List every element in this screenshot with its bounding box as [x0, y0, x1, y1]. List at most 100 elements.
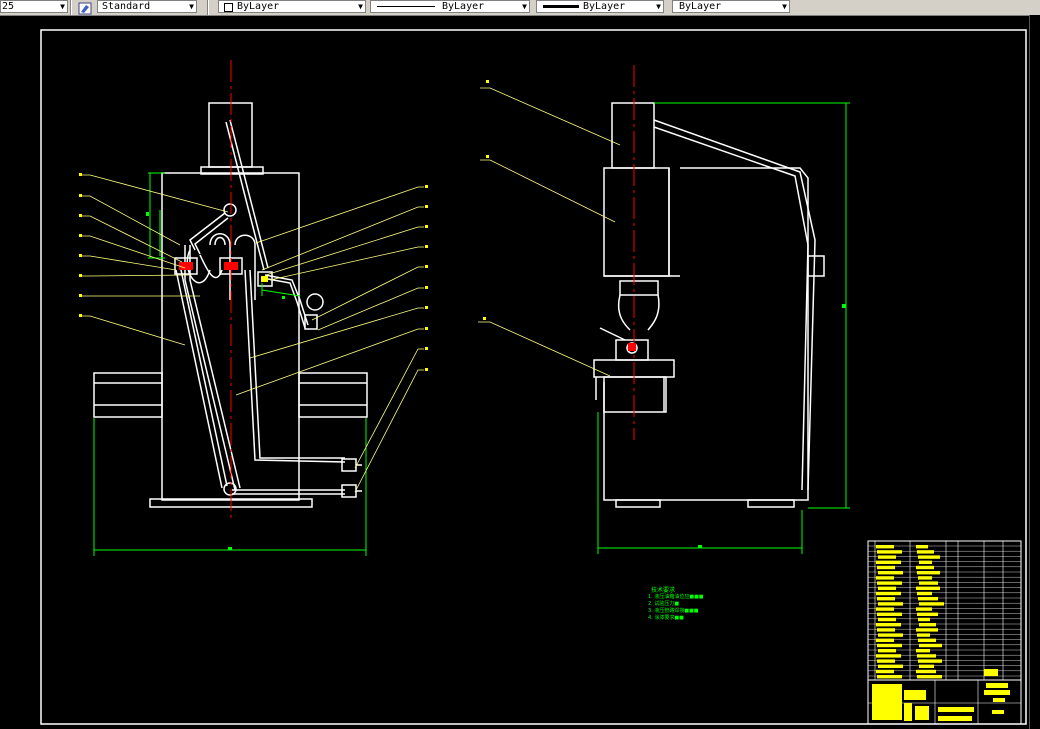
title-block-text [878, 555, 896, 559]
scale-dropdown[interactable]: 25 ▼ [0, 0, 68, 13]
title-block-text [878, 586, 896, 590]
title-block-text [877, 612, 902, 616]
title-block-text [904, 703, 912, 721]
title-block-text [919, 581, 938, 585]
title-block-text [877, 659, 895, 663]
toolbar-separator [70, 0, 72, 15]
title-block-text [877, 643, 902, 648]
title-block-text [878, 633, 903, 637]
notes-title: 技术要求 [651, 587, 676, 594]
title-block-text [916, 669, 936, 674]
plotstyle-value: ByLayer [679, 1, 722, 12]
title-block-text [992, 710, 1004, 714]
text-style-value: Standard [102, 1, 151, 12]
scale-value: 25 [2, 1, 15, 12]
linetype-preview-icon [377, 6, 435, 7]
title-block-text [919, 602, 944, 606]
chevron-down-icon: ▼ [522, 2, 527, 11]
title-block-text [916, 565, 934, 570]
notes-line: 3. 液压管路焊接■■■ [648, 608, 699, 614]
title-block-text [877, 550, 902, 554]
chevron-down-icon: ▼ [358, 2, 363, 11]
title-block-text [917, 571, 940, 575]
notes-line: 4. 涂漆要求■■ [648, 615, 684, 621]
title-block-text [878, 649, 896, 653]
title-block-text [984, 669, 998, 676]
title-block-text [917, 591, 932, 596]
title-block-text [918, 659, 942, 663]
title-block-text [876, 638, 894, 642]
title-block-text [916, 628, 938, 632]
title-block-text [917, 675, 942, 679]
title-block-text [918, 617, 930, 622]
title-block-text [877, 581, 902, 585]
title-block-text [878, 602, 903, 606]
title-block-text [918, 576, 932, 580]
title-block-text [878, 571, 903, 575]
title-block-text [872, 684, 902, 720]
title-block-text [876, 545, 894, 549]
drawing-canvas[interactable] [0, 15, 1040, 729]
chevron-down-icon: ▼ [656, 2, 661, 11]
title-block-text [917, 550, 934, 554]
title-block-text [916, 586, 940, 590]
side-dimension-text [698, 304, 846, 548]
title-block-text [938, 707, 974, 712]
title-block-text [919, 643, 942, 648]
title-block-text [984, 690, 1010, 695]
title-block-text [917, 633, 930, 637]
side-leader-labels [483, 80, 489, 320]
lineweight-dropdown[interactable]: ByLayer ▼ [536, 0, 664, 13]
lineweight-value: ByLayer [583, 1, 626, 12]
title-block-text [876, 669, 894, 674]
lineweight-preview-icon [543, 5, 579, 8]
title-block [867, 540, 1022, 725]
title-block-text [916, 545, 928, 549]
technical-notes: 技术要求 1. 液压油箱油位应■■■ 2. 试验压力■ 3. 液压管路焊接■■■… [648, 587, 704, 622]
color-value: ByLayer [237, 1, 280, 12]
vertical-scrollbar[interactable] [1029, 15, 1040, 729]
title-block-text [876, 607, 894, 611]
title-block-text [918, 555, 940, 559]
title-block-text [877, 628, 895, 632]
title-block-text [876, 576, 894, 580]
title-block-text [918, 638, 936, 642]
title-block-text [916, 607, 932, 611]
title-block-text [993, 698, 1005, 702]
chevron-down-icon: ▼ [60, 2, 65, 11]
title-block-text [876, 623, 901, 627]
title-block-text [917, 612, 938, 616]
notes-line: 2. 试验压力■ [648, 601, 680, 607]
side-leaders [478, 87, 621, 377]
title-block-text [876, 654, 901, 658]
notes-line: 1. 液压油箱油位应■■■ [648, 594, 704, 600]
color-swatch-icon [224, 3, 233, 12]
title-block-text [877, 675, 902, 679]
title-block-text [918, 597, 938, 601]
text-style-icon[interactable] [78, 0, 92, 15]
side-clamp-detail [628, 343, 636, 351]
properties-toolbar: 25 ▼ Standard ▼ ByLayer ▼ ByLayer ▼ ByLa… [0, 0, 1040, 16]
linetype-dropdown[interactable]: ByLayer ▼ [370, 0, 530, 13]
title-block-text [919, 664, 934, 668]
linetype-value: ByLayer [442, 1, 485, 12]
color-dropdown[interactable]: ByLayer ▼ [218, 0, 366, 13]
title-block-text [916, 649, 930, 653]
title-block-text [919, 623, 936, 627]
title-block-text [878, 617, 896, 622]
title-block-text [876, 560, 901, 564]
title-block-text [877, 565, 895, 570]
chevron-down-icon: ▼ [189, 2, 194, 11]
toolbar-separator [207, 0, 209, 15]
title-block-text [986, 683, 1008, 688]
side-view [593, 102, 825, 508]
title-block-text [919, 560, 932, 564]
chevron-down-icon: ▼ [782, 2, 787, 11]
title-block-text [877, 597, 895, 601]
text-style-dropdown[interactable]: Standard ▼ [97, 0, 197, 13]
title-block-text [938, 716, 972, 721]
title-block-text [915, 706, 929, 720]
plotstyle-dropdown[interactable]: ByLayer ▼ [672, 0, 790, 13]
title-block-text [876, 591, 901, 596]
title-block-text [904, 690, 926, 700]
